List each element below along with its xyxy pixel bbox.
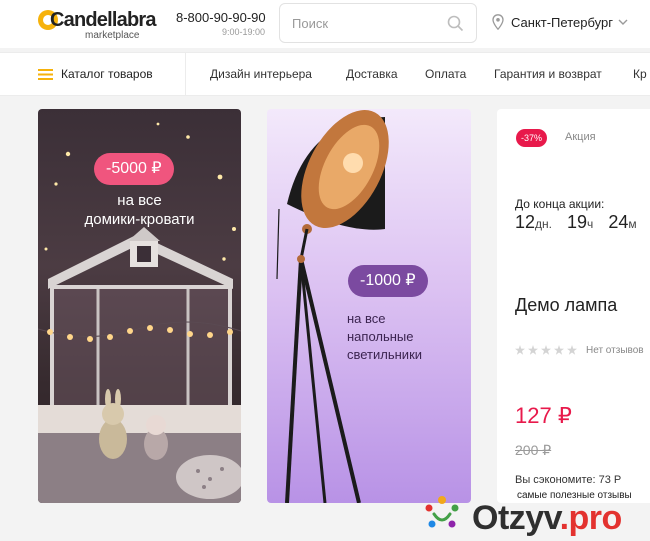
watermark-brand: Otzyv.pro bbox=[472, 499, 622, 538]
search-icon[interactable] bbox=[447, 15, 464, 32]
nav-item-design[interactable]: Дизайн интерьера bbox=[210, 67, 312, 81]
product-card[interactable]: -37% Акция До конца акции: 12дн. 19ч 24м… bbox=[497, 109, 650, 503]
nav-item-partial[interactable]: Кр bbox=[633, 67, 647, 81]
nav-item-warranty[interactable]: Гарантия и возврат bbox=[494, 67, 602, 81]
promo-banner-floor-lamps[interactable]: -1000 ₽ на все напольные светильники bbox=[267, 109, 471, 503]
phone-number[interactable]: 8-800-90-90-90 bbox=[176, 10, 266, 25]
countdown-hours-unit: ч bbox=[587, 217, 594, 231]
nav-item-delivery[interactable]: Доставка bbox=[346, 67, 398, 81]
nav-item-payment[interactable]: Оплата bbox=[425, 67, 466, 81]
reviews-count[interactable]: Нет отзывов bbox=[586, 345, 644, 356]
discount-badge: -5000 ₽ bbox=[94, 153, 174, 185]
logo-subtitle: marketplace bbox=[85, 30, 140, 41]
countdown-timer: 12дн. 19ч 24м bbox=[515, 212, 647, 233]
countdown-minutes: 24 bbox=[608, 212, 629, 232]
current-price: 127 ₽ bbox=[515, 403, 572, 428]
countdown-minutes-unit: м bbox=[628, 217, 637, 231]
menu-icon bbox=[38, 69, 53, 80]
countdown-days-unit: дн. bbox=[535, 217, 552, 231]
banner-caption-line: напольные bbox=[347, 329, 414, 344]
banner-caption-line: на все bbox=[347, 311, 386, 326]
promo-banner-house-beds[interactable]: -5000 ₽ на все домики-кровати bbox=[38, 109, 241, 503]
discount-badge: -37% bbox=[516, 129, 548, 147]
old-price: 200 ₽ bbox=[515, 442, 552, 458]
city-selector[interactable]: Санкт-Петербург bbox=[492, 12, 637, 34]
countdown-hours: 19 bbox=[567, 212, 588, 232]
product-name[interactable]: Демо лампа bbox=[515, 295, 617, 316]
discount-badge: -1000 ₽ bbox=[348, 265, 428, 297]
header: Candellabra marketplace 8-800-90-90-90 9… bbox=[0, 0, 650, 48]
promo-label: Акция bbox=[565, 131, 596, 143]
watermark: самые полезные отзывы Otzyv.pro bbox=[418, 486, 650, 541]
rating-stars bbox=[515, 345, 577, 355]
watermark-brand-name: Otzyv bbox=[472, 499, 560, 537]
watermark-logo-icon bbox=[425, 496, 459, 528]
banner-caption: на все напольные светильники bbox=[347, 310, 467, 364]
city-label: Санкт-Петербург bbox=[511, 15, 613, 30]
working-hours: 9:00-19:00 bbox=[222, 27, 266, 37]
location-pin-icon bbox=[492, 14, 504, 30]
savings-text: Вы сэкономите: 73 Р bbox=[515, 474, 622, 486]
countdown-label: До конца акции: bbox=[515, 197, 605, 211]
main-nav: Каталог товаров Дизайн интерьера Доставк… bbox=[0, 52, 650, 96]
catalog-label: Каталог товаров bbox=[61, 67, 153, 81]
logo-name: Candellabra bbox=[50, 9, 156, 31]
logo[interactable]: Candellabra marketplace bbox=[38, 8, 158, 42]
banner-caption-line: светильники bbox=[347, 347, 423, 362]
banner-caption-line: домики-кровати bbox=[84, 211, 195, 228]
catalog-button[interactable]: Каталог товаров bbox=[0, 53, 186, 95]
search-box bbox=[279, 3, 477, 43]
page: Candellabra marketplace 8-800-90-90-90 9… bbox=[0, 0, 650, 541]
floor-lamp-illustration bbox=[276, 110, 389, 503]
banner-caption: на все домики-кровати bbox=[38, 191, 241, 229]
chevron-down-icon bbox=[618, 19, 628, 25]
watermark-brand-suffix: .pro bbox=[559, 499, 623, 537]
search-input[interactable] bbox=[292, 13, 442, 33]
countdown-days: 12 bbox=[515, 212, 536, 232]
banner-caption-line: на все bbox=[117, 192, 162, 209]
